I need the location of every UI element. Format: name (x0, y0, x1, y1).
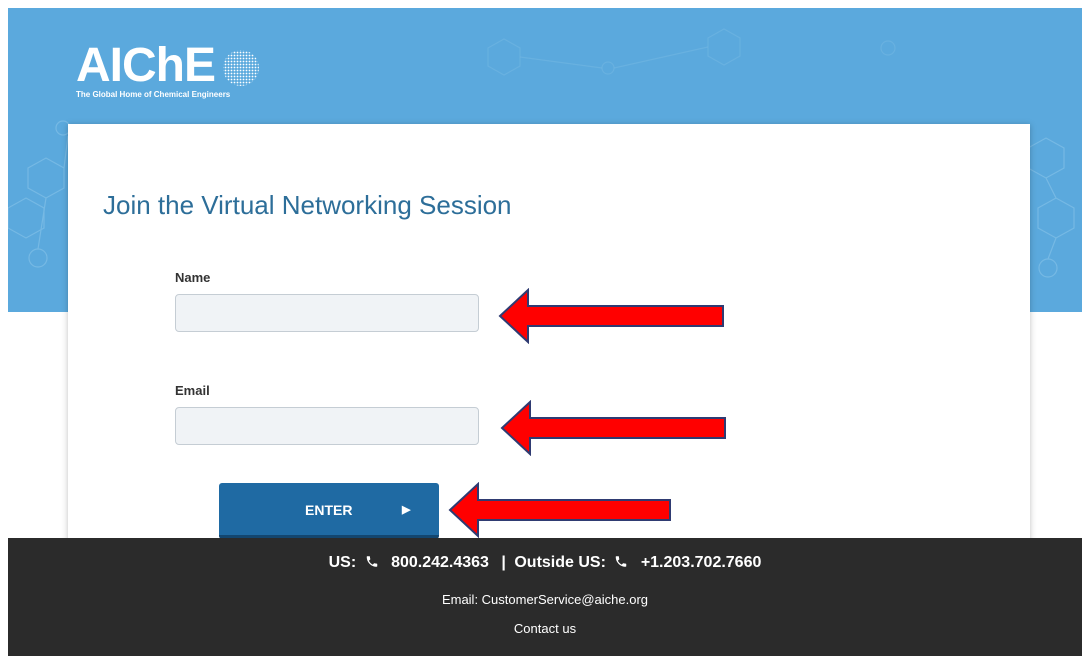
phone-contact-line: US: 800.242.4363 | Outside US: +1.203.70… (8, 554, 1082, 572)
logo-tagline: The Global Home of Chemical Engineers (76, 90, 231, 99)
aiche-logo[interactable]: AIChE The Global Home of Chemical Engine… (76, 39, 261, 99)
email-label: Email (175, 383, 210, 398)
play-arrow-icon: ▶ (402, 504, 411, 516)
join-session-card: Join the Virtual Networking Session Name… (68, 124, 1030, 544)
us-phone-number[interactable]: 800.242.4363 (391, 554, 489, 571)
phone-icon (616, 556, 627, 567)
phone-separator: | (501, 554, 506, 571)
globe-icon (223, 50, 260, 86)
enter-button-label: ENTER (305, 502, 353, 518)
phone-icon (366, 556, 377, 567)
contact-us-line: Contact us (8, 621, 1082, 636)
outside-us-label: Outside US: (514, 554, 606, 571)
red-arrow-left-icon (448, 482, 671, 538)
logo-wordmark: AIChE (76, 39, 216, 92)
customer-service-email[interactable]: Email: CustomerService@aiche.org (8, 592, 1082, 607)
footer: US: 800.242.4363 | Outside US: +1.203.70… (8, 538, 1082, 656)
email-input[interactable] (175, 407, 479, 445)
red-arrow-left-icon (500, 400, 726, 456)
enter-button[interactable]: ENTER ▶ (219, 483, 439, 539)
page-title: Join the Virtual Networking Session (103, 190, 512, 220)
name-label: Name (175, 270, 211, 285)
outside-us-phone-number[interactable]: +1.203.702.7660 (641, 554, 762, 571)
contact-us-link[interactable]: Contact us (514, 621, 576, 636)
name-input[interactable] (175, 294, 479, 332)
page: AIChE The Global Home of Chemical Engine… (0, 0, 1082, 656)
red-arrow-left-icon (498, 288, 724, 344)
us-label: US: (328, 554, 357, 571)
